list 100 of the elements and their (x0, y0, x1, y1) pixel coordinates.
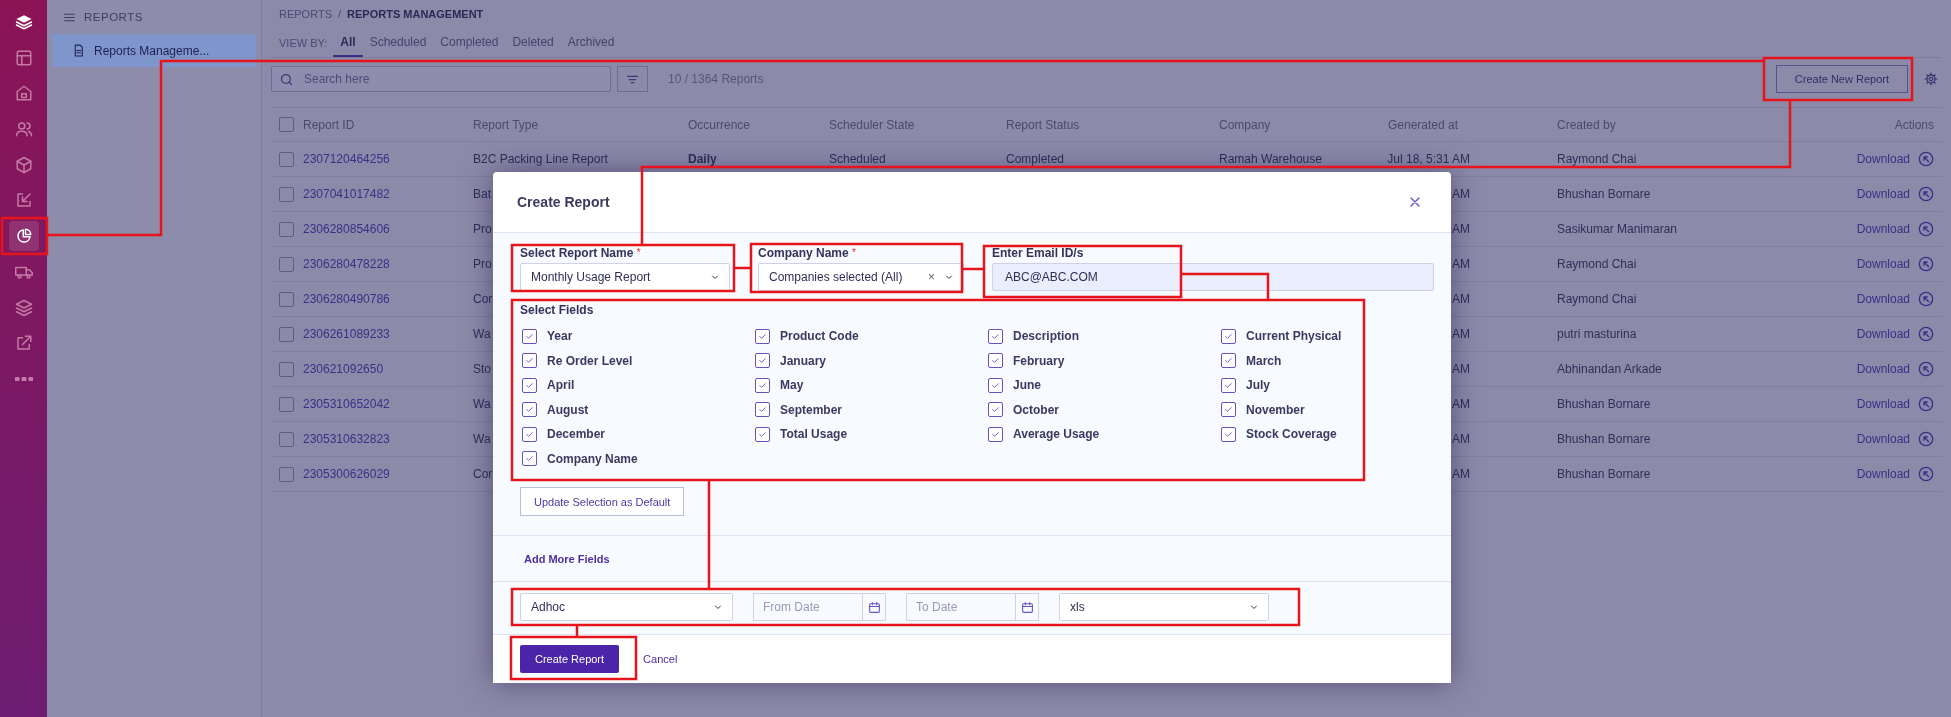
select-field[interactable]: Adhoc (520, 593, 733, 621)
checkbox[interactable] (988, 328, 1003, 344)
download-link[interactable]: Download (1856, 362, 1910, 376)
option-label: Average Usage (1013, 427, 1100, 442)
checkbox[interactable] (522, 451, 537, 467)
column-header: Company (1219, 117, 1271, 132)
date-field[interactable]: From Date (753, 593, 863, 621)
checkbox[interactable] (755, 328, 770, 344)
option-label: November (1246, 402, 1305, 417)
calendar-button[interactable] (863, 593, 886, 621)
checkbox[interactable] (522, 328, 537, 344)
report-id-link[interactable]: 2305300626029 (303, 467, 390, 481)
breadcrumb-link[interactable]: REPORTS (279, 8, 332, 20)
checkbox[interactable] (279, 291, 294, 307)
checkbox[interactable] (279, 221, 294, 237)
filter-tab[interactable]: Scheduled (362, 28, 434, 57)
checkbox[interactable] (279, 326, 294, 342)
option-label: Company Name (547, 451, 638, 466)
report-id-link[interactable]: 2306280854606 (303, 222, 390, 236)
add-more-fields-link[interactable]: Add More Fields (524, 552, 610, 565)
report-id-link[interactable]: 2306280478228 (303, 257, 390, 271)
checkbox[interactable] (522, 426, 537, 442)
leader-line (962, 267, 984, 271)
download-link[interactable]: Download (1856, 152, 1910, 166)
select-field[interactable]: xls (1059, 593, 1269, 621)
update-default-button[interactable]: Update Selection as Default (520, 487, 685, 516)
clear-icon[interactable]: × (928, 270, 935, 284)
checkbox[interactable] (522, 353, 537, 369)
table-cell: AM (1452, 292, 1470, 306)
option-label: May (780, 378, 804, 393)
download-link[interactable]: Download (1856, 222, 1910, 236)
download-link[interactable]: Download (1856, 467, 1910, 481)
checkbox[interactable] (988, 353, 1003, 369)
download-link[interactable]: Download (1856, 327, 1910, 341)
table-cell: Wa (473, 432, 491, 446)
checkbox[interactable] (279, 396, 294, 412)
filter-tab[interactable]: Deleted (505, 28, 561, 57)
checkbox[interactable] (1221, 426, 1236, 442)
arrow-box-icon (14, 191, 33, 210)
date-field[interactable]: To Date (906, 593, 1016, 621)
report-id-link[interactable]: 2305310652042 (303, 397, 390, 411)
checkbox[interactable] (279, 151, 294, 167)
option-label: Product Code (780, 329, 859, 344)
checkbox[interactable] (279, 117, 294, 132)
field-label: Enter Email ID/s (992, 246, 1084, 260)
pie-chart-button[interactable] (8, 221, 39, 252)
checkbox[interactable] (988, 426, 1003, 442)
option-label: April (547, 378, 575, 393)
filter-tab[interactable]: Completed (433, 28, 506, 57)
download-link[interactable]: Download (1856, 257, 1910, 271)
select-field[interactable]: Monthly Usage Report (520, 263, 730, 291)
download-link[interactable]: Download (1856, 397, 1910, 411)
filter-button[interactable] (617, 66, 648, 92)
checkbox[interactable] (522, 377, 537, 393)
input-field[interactable]: ABC@ABC.COM (992, 263, 1434, 291)
checkbox[interactable] (522, 402, 537, 418)
checkbox[interactable] (279, 431, 294, 447)
column-header: Occurrence (688, 117, 751, 132)
checkbox[interactable] (988, 377, 1003, 393)
calendar-button[interactable] (1016, 593, 1039, 621)
checkbox[interactable] (279, 256, 294, 272)
panel-title: REPORTS (84, 11, 143, 23)
checkbox[interactable] (988, 402, 1003, 418)
report-id-link[interactable]: 2306280490786 (303, 292, 390, 306)
checkbox[interactable] (755, 353, 770, 369)
download-link[interactable]: Download (1856, 292, 1910, 306)
report-id-link[interactable]: 2307041017482 (303, 187, 390, 201)
table-cell: Cor (473, 292, 493, 306)
checkbox[interactable] (755, 426, 770, 442)
select-field[interactable]: Companies selected (All) × (758, 263, 964, 291)
download-link[interactable]: Download (1856, 432, 1910, 446)
table-cell: Cor (473, 467, 493, 481)
column-header: Created by (1557, 117, 1616, 132)
checkbox[interactable] (279, 361, 294, 377)
report-id-link[interactable]: 2307120464256 (303, 152, 390, 166)
filter-tab[interactable]: Archived (560, 28, 622, 57)
checkbox[interactable] (279, 466, 294, 482)
arrow-circle-icon (1918, 396, 1934, 412)
nav-item[interactable]: Reports Manageme... (52, 34, 256, 67)
report-id-link[interactable]: 230621092650 (303, 362, 384, 376)
breadcrumb-separator: / (338, 8, 342, 20)
filter-tab[interactable]: All (333, 28, 363, 57)
table-cell: AM (1452, 222, 1470, 236)
cancel-link[interactable]: Cancel (643, 653, 678, 665)
report-id-link[interactable]: 2305310632823 (303, 432, 390, 446)
checkbox[interactable] (1221, 377, 1236, 393)
checkbox[interactable] (755, 377, 770, 393)
option-label: August (547, 402, 589, 417)
layout-icon (14, 48, 33, 67)
create-new-report-button[interactable]: Create New Report (1775, 65, 1908, 93)
search-field[interactable]: Search here (271, 66, 611, 92)
report-id-link[interactable]: 2306261089233 (303, 327, 390, 341)
create-report-button[interactable]: Create Report (520, 645, 620, 673)
download-link[interactable]: Download (1856, 187, 1910, 201)
checkbox[interactable] (279, 186, 294, 202)
checkbox[interactable] (755, 402, 770, 418)
checkbox[interactable] (1221, 353, 1236, 369)
checkbox[interactable] (1221, 402, 1236, 418)
checkbox[interactable] (1221, 328, 1236, 344)
option-label: Stock Coverage (1246, 427, 1337, 442)
